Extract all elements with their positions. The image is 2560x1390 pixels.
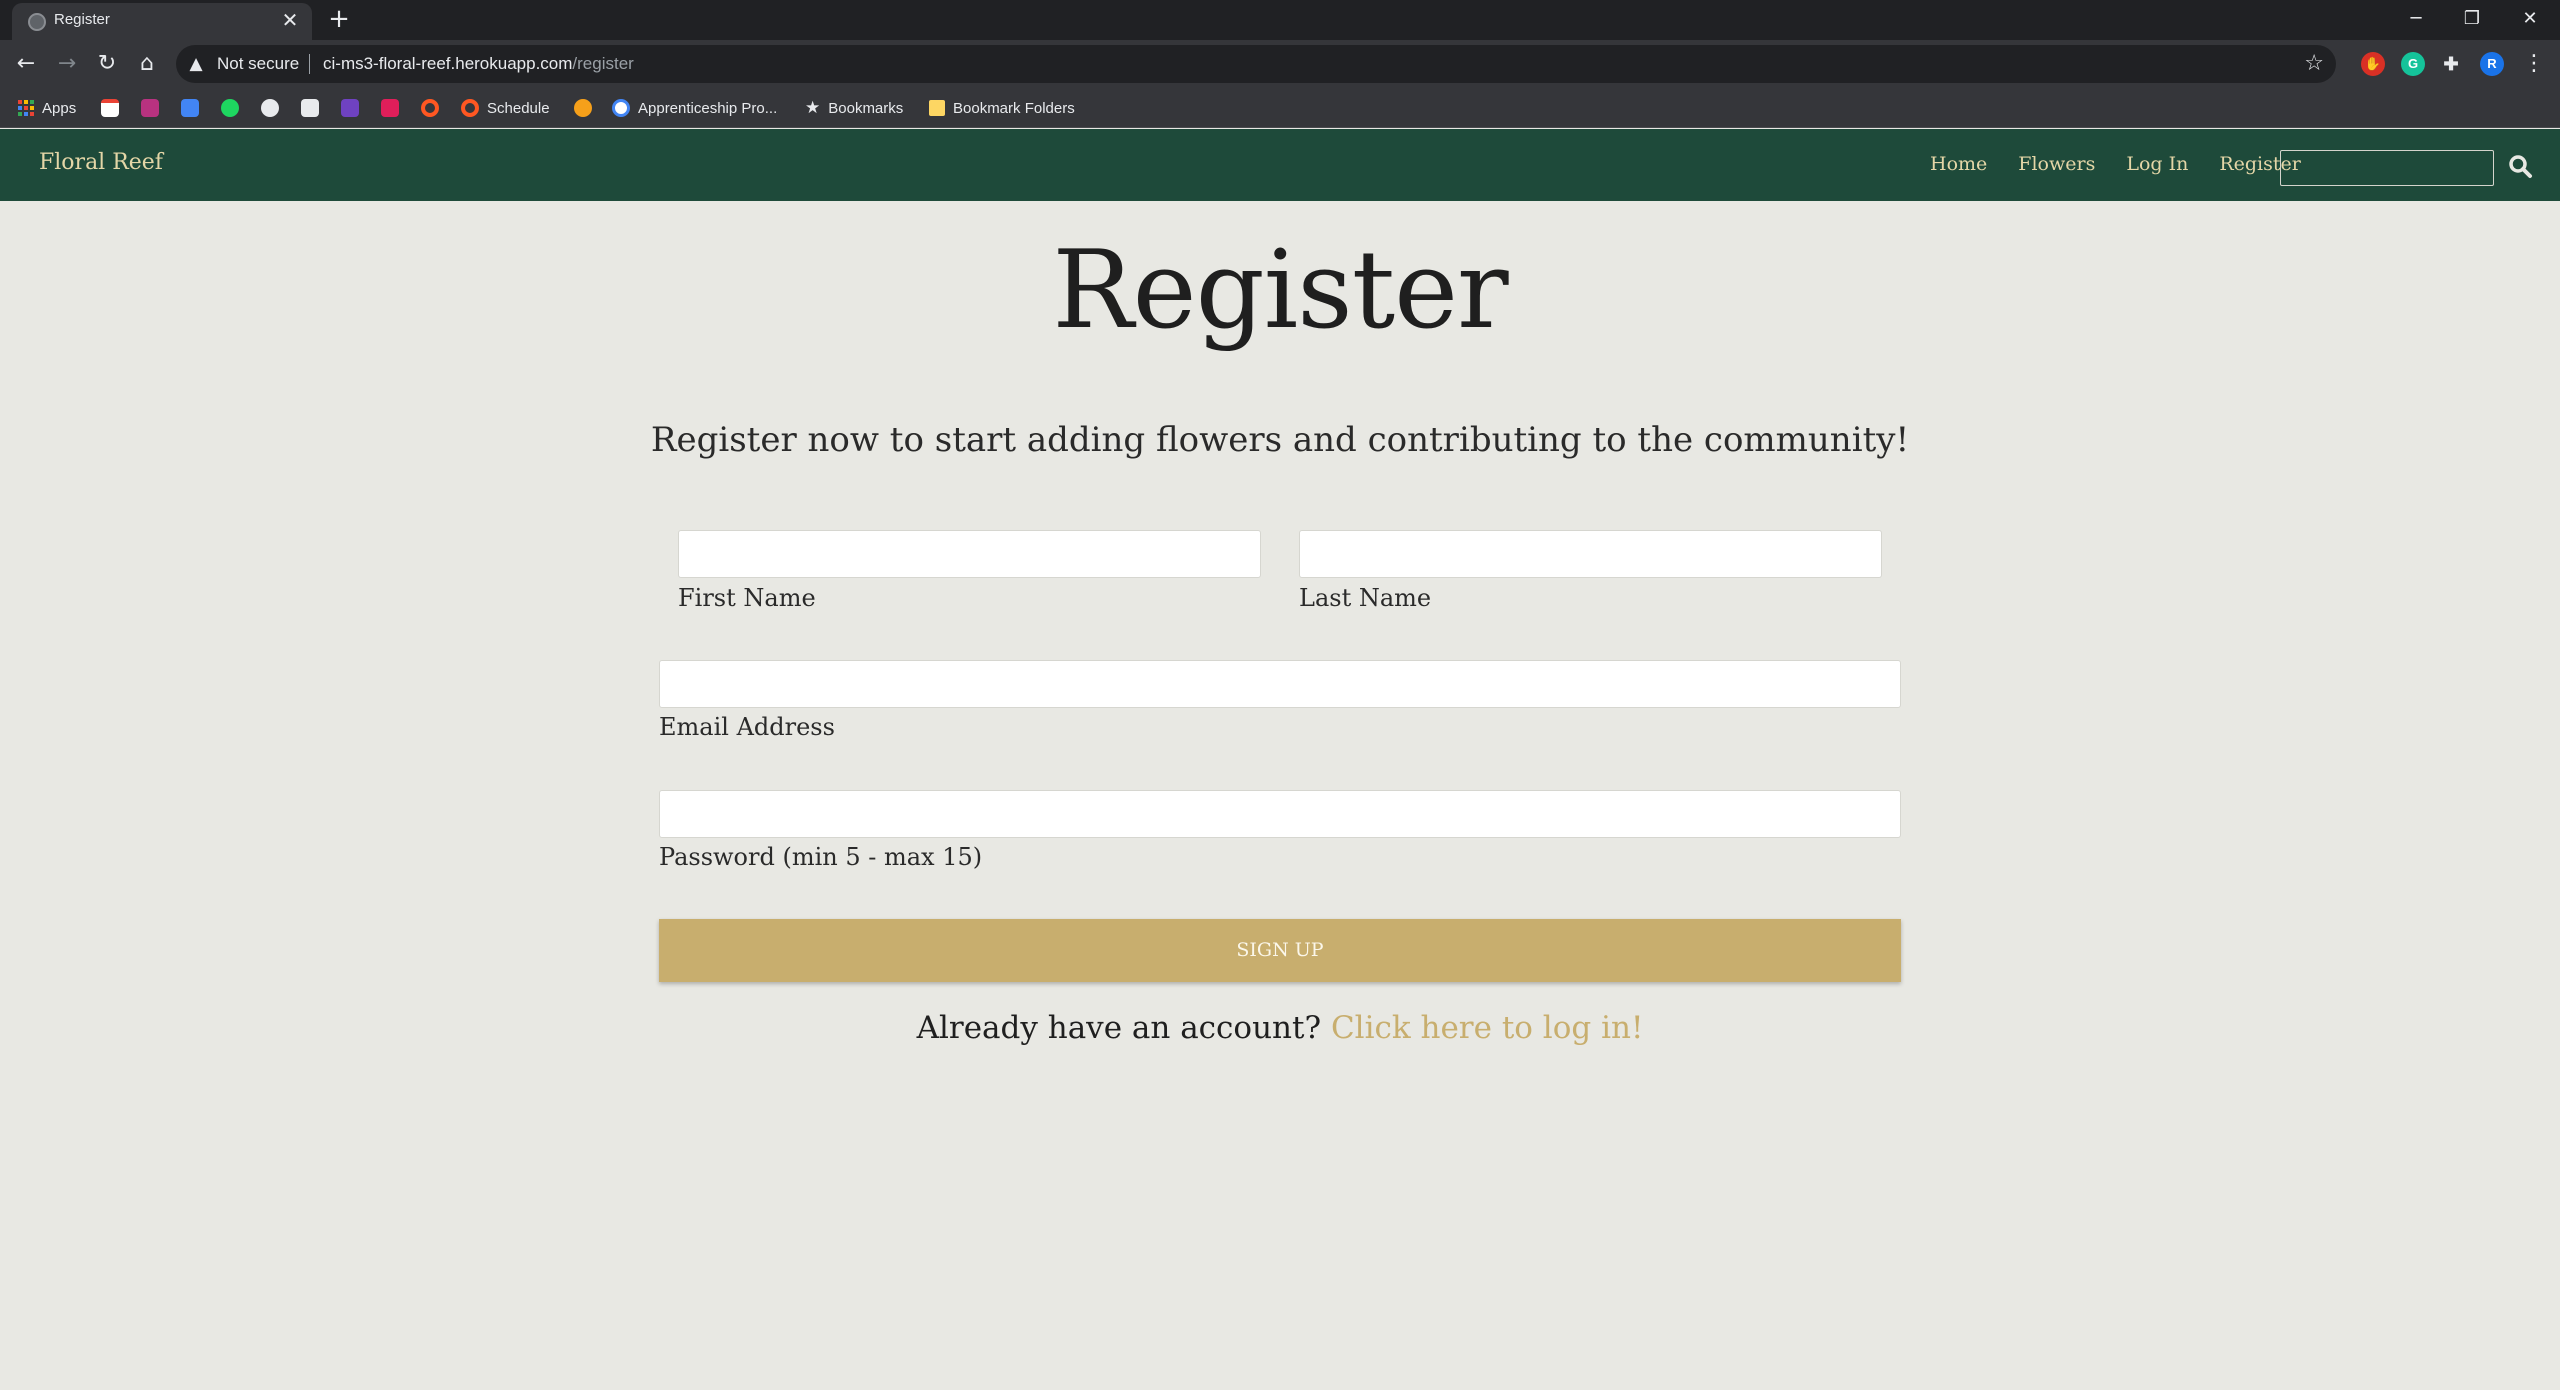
bookmark-star-icon[interactable]: ☆ xyxy=(2304,52,2324,76)
url-host: ci-ms3-floral-reef.herokuapp.com xyxy=(323,54,573,73)
brand-logo[interactable]: Floral Reef xyxy=(39,150,163,175)
minimize-button[interactable]: ─ xyxy=(2396,4,2436,34)
bookmark-bookmarks-label: Bookmarks xyxy=(828,99,904,117)
nav-home[interactable]: Home xyxy=(1930,153,1987,175)
reload-icon[interactable]: ↻ xyxy=(91,48,123,80)
address-separator xyxy=(309,54,310,74)
bookmark-apps-label: Apps xyxy=(42,99,77,117)
bookmark-docs[interactable] xyxy=(301,88,319,128)
bookmark-gmail[interactable] xyxy=(101,88,119,128)
warning-icon: ▲ xyxy=(189,54,203,74)
login-link[interactable]: Click here to log in! xyxy=(1331,1010,1643,1046)
schedule-icon xyxy=(461,99,479,117)
bookmark-owl[interactable] xyxy=(141,88,159,128)
bookmark-tasks[interactable] xyxy=(341,88,359,128)
nav-login[interactable]: Log In xyxy=(2126,153,2188,175)
flame-icon xyxy=(574,99,592,117)
bookmark-schedule-label: Schedule xyxy=(487,99,550,117)
star-icon: ★ xyxy=(805,98,821,117)
bookmark-bookmarks[interactable]: ★ Bookmarks xyxy=(805,88,903,128)
profile-avatar[interactable]: R xyxy=(2480,52,2504,76)
email-label: Email Address xyxy=(659,713,835,741)
password-input[interactable] xyxy=(659,790,1901,838)
first-name-input[interactable] xyxy=(678,530,1261,578)
globe-icon xyxy=(28,13,46,31)
bookmark-folders[interactable]: Bookmark Folders xyxy=(929,88,1075,128)
owl-app-icon xyxy=(141,99,159,117)
tasks-icon xyxy=(341,99,359,117)
tab-title: Register xyxy=(54,11,110,28)
browser-tab[interactable]: Register ✕ xyxy=(12,3,312,40)
bookmark-slack[interactable] xyxy=(381,88,399,128)
browser-toolbar: ← → ↻ ⌂ ▲ Not secure ci-ms3-floral-reef.… xyxy=(0,40,2560,88)
sign-up-button[interactable]: SIGN UP xyxy=(659,919,1901,982)
new-tab-button[interactable]: + xyxy=(324,4,354,34)
bookmark-apprenticeship[interactable]: Apprenticeship Pro... xyxy=(612,88,777,128)
email-input[interactable] xyxy=(659,660,1901,708)
last-name-input[interactable] xyxy=(1299,530,1882,578)
gmail-icon xyxy=(101,99,119,117)
password-label: Password (min 5 - max 15) xyxy=(659,843,983,871)
bookmark-folders-label: Bookmark Folders xyxy=(953,99,1075,117)
security-status[interactable]: Not secure xyxy=(217,54,299,74)
bookmark-apps[interactable]: Apps xyxy=(18,88,76,128)
address-bar[interactable]: ▲ Not secure ci-ms3-floral-reef.herokuap… xyxy=(176,45,2336,83)
forward-arrow-icon[interactable]: → xyxy=(51,48,83,80)
menu-kebab-icon[interactable]: ⋮ xyxy=(2518,48,2550,80)
bookmark-fire[interactable] xyxy=(574,88,592,128)
page-title: Register xyxy=(1052,228,1508,353)
close-tab-icon[interactable]: ✕ xyxy=(278,8,302,32)
login-prompt-line: Already have an account? Click here to l… xyxy=(0,1010,2560,1046)
first-name-label: First Name xyxy=(678,584,816,612)
url-path: /register xyxy=(572,54,634,73)
close-window-button[interactable]: ✕ xyxy=(2510,4,2550,34)
back-arrow-icon[interactable]: ← xyxy=(10,48,42,80)
home-icon[interactable]: ⌂ xyxy=(131,48,163,80)
ad-block-extension-icon[interactable]: ✋ xyxy=(2361,52,2385,76)
restore-button[interactable]: ❐ xyxy=(2452,4,2492,34)
nav-links: Home Flowers Log In Register xyxy=(1930,153,2301,175)
slack-icon xyxy=(381,99,399,117)
search-input[interactable] xyxy=(2280,150,2494,186)
bookmark-spotify[interactable] xyxy=(221,88,239,128)
browser-tab-strip: Register ✕ + ─ ❐ ✕ xyxy=(0,0,2560,40)
nav-flowers[interactable]: Flowers xyxy=(2018,153,2095,175)
bookmark-calendar[interactable] xyxy=(181,88,199,128)
spotify-icon xyxy=(221,99,239,117)
ring-icon xyxy=(421,99,439,117)
github-icon xyxy=(261,99,279,117)
bookmarks-bar: Apps Schedule Apprenticeship Pro... ★ Bo… xyxy=(0,88,2560,128)
calendar-icon xyxy=(181,99,199,117)
extensions-puzzle-icon[interactable]: ✚ xyxy=(2439,52,2463,76)
folder-icon xyxy=(929,100,945,116)
google-icon xyxy=(612,99,630,117)
bookmark-schedule[interactable]: Schedule xyxy=(461,88,550,128)
grammarly-extension-icon[interactable]: G xyxy=(2401,52,2425,76)
last-name-label: Last Name xyxy=(1299,584,1432,612)
apps-grid-icon xyxy=(18,100,34,116)
bookmark-github[interactable] xyxy=(261,88,279,128)
bookmark-ring[interactable] xyxy=(421,88,439,128)
bookmark-apprenticeship-label: Apprenticeship Pro... xyxy=(638,99,778,117)
page-subtitle: Register now to start adding flowers and… xyxy=(650,420,1910,460)
site-navbar: Floral Reef Home Flowers Log In Register xyxy=(0,129,2560,201)
document-icon xyxy=(301,99,319,117)
login-prompt-text: Already have an account? xyxy=(916,1010,1322,1046)
search-icon[interactable] xyxy=(2505,151,2537,183)
url-text[interactable]: ci-ms3-floral-reef.herokuapp.com/registe… xyxy=(323,54,634,74)
